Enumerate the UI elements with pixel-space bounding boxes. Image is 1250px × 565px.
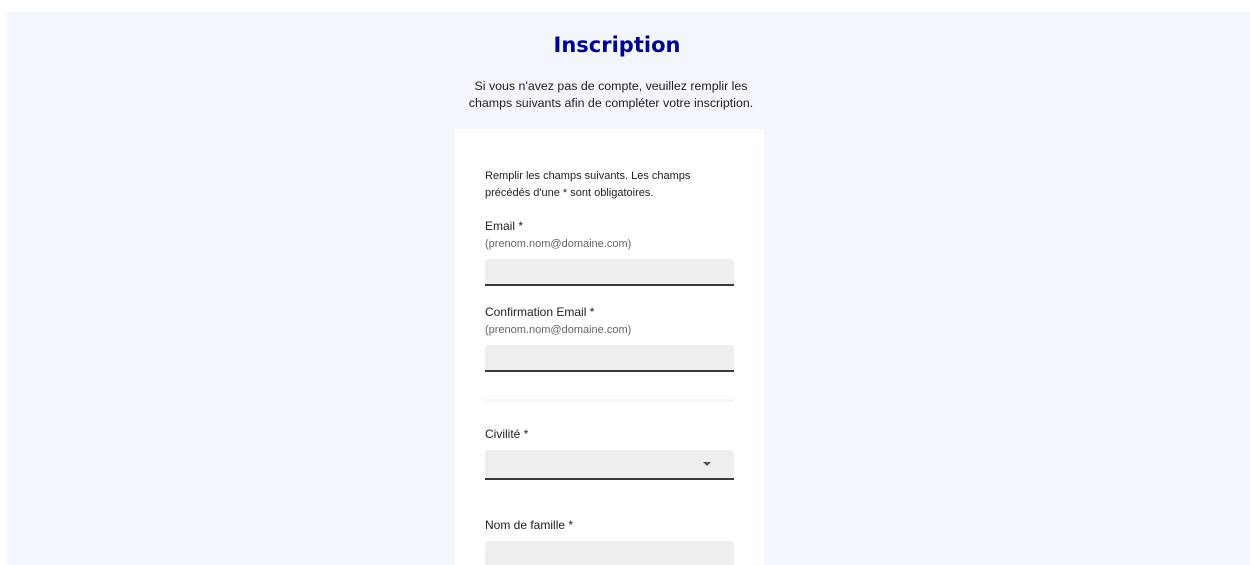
intro-text: Si vous n'avez pas de compte, veuillez r… (7, 78, 1215, 112)
page-background: Inscription Si vous n'avez pas de compte… (7, 11, 1250, 565)
email-label: Email * (485, 219, 524, 233)
form-help-line-1: Remplir les champs suivants. Les champs (485, 170, 691, 182)
page-title: Inscription (553, 33, 681, 57)
email-confirm-label: Confirmation Email * (485, 305, 595, 319)
section-divider (485, 399, 734, 402)
chevron-down-icon (703, 462, 711, 466)
intro-line-2: champs suivants afin de compléter votre … (468, 96, 754, 110)
email-confirm-input[interactable] (485, 345, 734, 372)
intro-line-1: Si vous n'avez pas de compte, veuillez r… (474, 79, 748, 93)
civilite-select[interactable] (485, 450, 734, 480)
email-hint: (prenom.nom@domaine.com) (485, 238, 632, 250)
last-name-input[interactable] (485, 541, 734, 565)
last-name-label: Nom de famille * (485, 518, 574, 532)
email-input[interactable] (485, 259, 734, 286)
form-help-text: Remplir les champs suivants. Les champs … (485, 168, 725, 202)
civilite-label: Civilité * (485, 427, 529, 441)
email-confirm-hint: (prenom.nom@domaine.com) (485, 324, 632, 336)
registration-form: Remplir les champs suivants. Les champs … (455, 129, 764, 565)
form-help-line-2: précédés d'une * sont obligatoires. (485, 187, 654, 199)
